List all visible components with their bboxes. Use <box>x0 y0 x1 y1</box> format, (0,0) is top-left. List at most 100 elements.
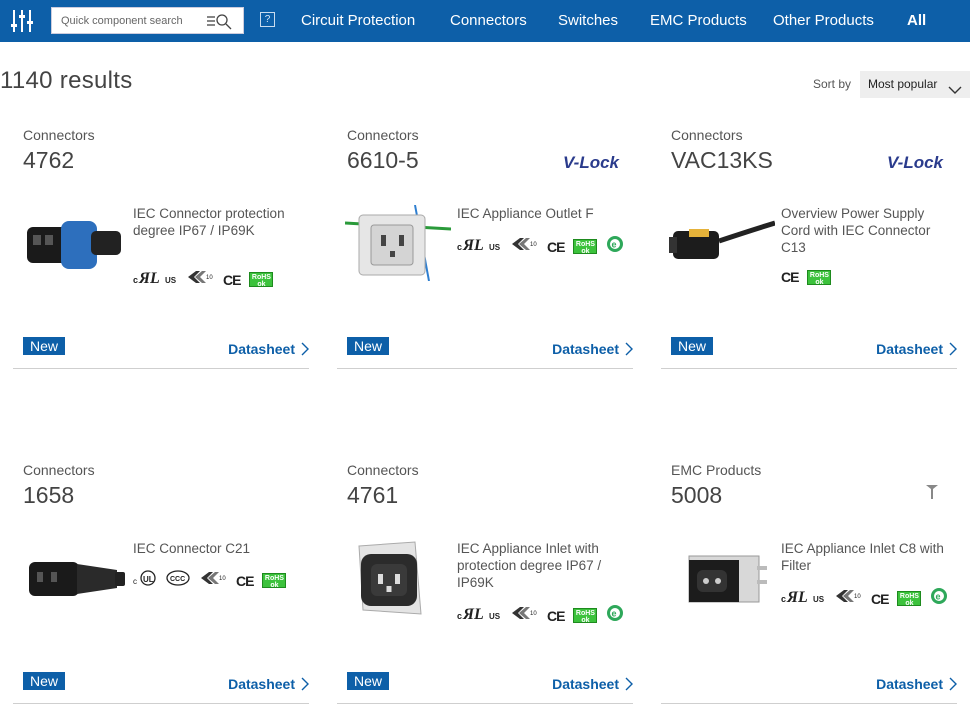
product-card[interactable]: Connectors 4761 IEC Appliance Inlet with… <box>337 462 633 704</box>
rohs-icon: RoHS ok <box>573 239 598 255</box>
rohs-label: RoHS <box>575 241 595 248</box>
card-number[interactable]: 4761 <box>347 482 398 509</box>
new-badge: New <box>23 337 66 355</box>
search-icon[interactable] <box>207 12 233 35</box>
datasheet-link[interactable]: Datasheet <box>228 341 309 357</box>
rohs-ok-label: ok <box>815 278 824 286</box>
enec-cert-icon: 10 <box>510 236 538 257</box>
product-card[interactable]: Connectors 1658 IEC Connector C21 c UL CC… <box>13 462 309 704</box>
svg-text:ЯL: ЯL <box>462 606 484 621</box>
product-image[interactable] <box>21 205 127 281</box>
product-card[interactable]: Connectors 4762 IEC Connector protection… <box>13 127 309 369</box>
product-card[interactable]: Connectors VAC13KS V-Lock Overview Power… <box>661 127 957 369</box>
card-category: Connectors <box>23 127 95 143</box>
rohs-ok-label: ok <box>581 617 590 624</box>
product-image[interactable] <box>21 540 127 616</box>
chevron-right-icon <box>625 342 633 356</box>
nav-switches[interactable]: Switches <box>558 0 618 42</box>
datasheet-label: Datasheet <box>228 341 295 357</box>
cert-row: CE RoHS ok <box>781 269 951 286</box>
svg-text:c: c <box>781 594 786 604</box>
datasheet-label: Datasheet <box>876 676 943 692</box>
cert-row: c ЯL US 10 CE RoHS ok e <box>781 587 951 610</box>
enec-cert-icon: 10 <box>199 570 227 591</box>
svg-text:c: c <box>457 242 462 252</box>
datasheet-label: Datasheet <box>552 341 619 357</box>
card-number[interactable]: 1658 <box>23 482 74 509</box>
card-number[interactable]: 4762 <box>23 147 74 174</box>
product-image[interactable] <box>344 204 452 282</box>
svg-text:e: e <box>612 609 617 619</box>
datasheet-link[interactable]: Datasheet <box>876 676 957 692</box>
nav-all[interactable]: All <box>907 0 926 42</box>
ce-mark-icon: CE <box>223 271 241 288</box>
svg-text:ЯL: ЯL <box>786 589 808 604</box>
ce-mark-icon: CE <box>547 238 565 255</box>
card-category: Connectors <box>347 462 419 478</box>
rohs-label: RoHS <box>809 271 829 279</box>
card-description: IEC Connector C21 <box>133 541 251 556</box>
product-image[interactable] <box>669 540 775 616</box>
card-number[interactable]: 5008 <box>671 482 722 509</box>
datasheet-link[interactable]: Datasheet <box>228 676 309 692</box>
cert-row: c ЯL US 10 CE RoHS ok e <box>457 235 627 258</box>
datasheet-link[interactable]: Datasheet <box>876 341 957 357</box>
datasheet-link[interactable]: Datasheet <box>552 341 633 357</box>
svg-text:US: US <box>489 243 501 252</box>
rohs-icon: RoHS ok <box>897 591 922 607</box>
chevron-down-icon <box>948 78 962 105</box>
vlock-logo: V-Lock <box>886 153 943 172</box>
product-image[interactable] <box>345 540 451 616</box>
product-image[interactable] <box>669 205 776 281</box>
sort-label: Sort by <box>813 77 852 91</box>
card-number[interactable]: 6610-5 <box>347 147 419 174</box>
ce-mark-icon: CE <box>781 269 799 285</box>
chevron-right-icon <box>949 342 957 356</box>
new-badge: New <box>671 337 714 355</box>
rohs-ok-label: ok <box>905 600 914 607</box>
datasheet-label: Datasheet <box>228 676 295 692</box>
rohs-ok-label: ok <box>581 248 590 255</box>
rohs-icon: RoHS ok <box>262 573 287 589</box>
nav-other-products[interactable]: Other Products <box>773 0 874 42</box>
svg-text:UL: UL <box>143 575 154 584</box>
new-badge: New <box>23 672 66 690</box>
filter-product-icon <box>925 484 939 505</box>
e-cert-icon: e <box>606 235 624 258</box>
nav-circuit-protection[interactable]: Circuit Protection <box>301 0 415 42</box>
enec-cert-icon: 10 <box>510 605 538 626</box>
nav-emc-products[interactable]: EMC Products <box>650 0 747 42</box>
top-nav: ? Circuit Protection Connectors Switches… <box>0 0 970 42</box>
help-icon[interactable]: ? <box>260 12 275 27</box>
new-badge: New <box>347 672 390 690</box>
chevron-right-icon <box>301 342 309 356</box>
ce-mark-icon: CE <box>236 572 254 589</box>
ce-mark-icon: CE <box>547 607 565 624</box>
card-description: IEC Appliance Outlet F <box>457 206 594 221</box>
product-card[interactable]: Connectors 6610-5 V-Lock IEC Appliance O… <box>337 127 633 369</box>
rohs-label: RoHS <box>251 274 271 281</box>
enec-cert-icon: 10 <box>834 588 862 609</box>
card-category: EMC Products <box>671 462 762 478</box>
card-description: IEC Connector protection degree IP67 / I… <box>133 206 285 238</box>
svg-text:CCC: CCC <box>170 576 185 583</box>
svg-text:e: e <box>612 240 617 250</box>
datasheet-link[interactable]: Datasheet <box>552 676 633 692</box>
filter-icon[interactable] <box>0 0 44 42</box>
svg-text:e: e <box>936 592 941 602</box>
svg-text:c: c <box>133 577 137 586</box>
rohs-label: RoHS <box>264 575 284 582</box>
search-input[interactable] <box>52 8 202 33</box>
nav-connectors[interactable]: Connectors <box>450 0 527 42</box>
card-number[interactable]: VAC13KS <box>671 147 773 174</box>
svg-text:10: 10 <box>219 576 226 582</box>
svg-text:c: c <box>133 275 138 285</box>
results-count: 1140 results <box>0 67 133 94</box>
ul-cert-icon: c ЯL US <box>457 605 501 626</box>
rohs-label: RoHS <box>899 593 919 600</box>
product-card[interactable]: EMC Products 5008 IEC Appliance Inlet C8… <box>661 462 957 704</box>
sort-dropdown[interactable]: Most popular <box>860 71 970 98</box>
search-box <box>51 7 244 34</box>
card-description: IEC Appliance Inlet with protection degr… <box>457 541 602 590</box>
svg-text:ЯL: ЯL <box>138 270 160 285</box>
